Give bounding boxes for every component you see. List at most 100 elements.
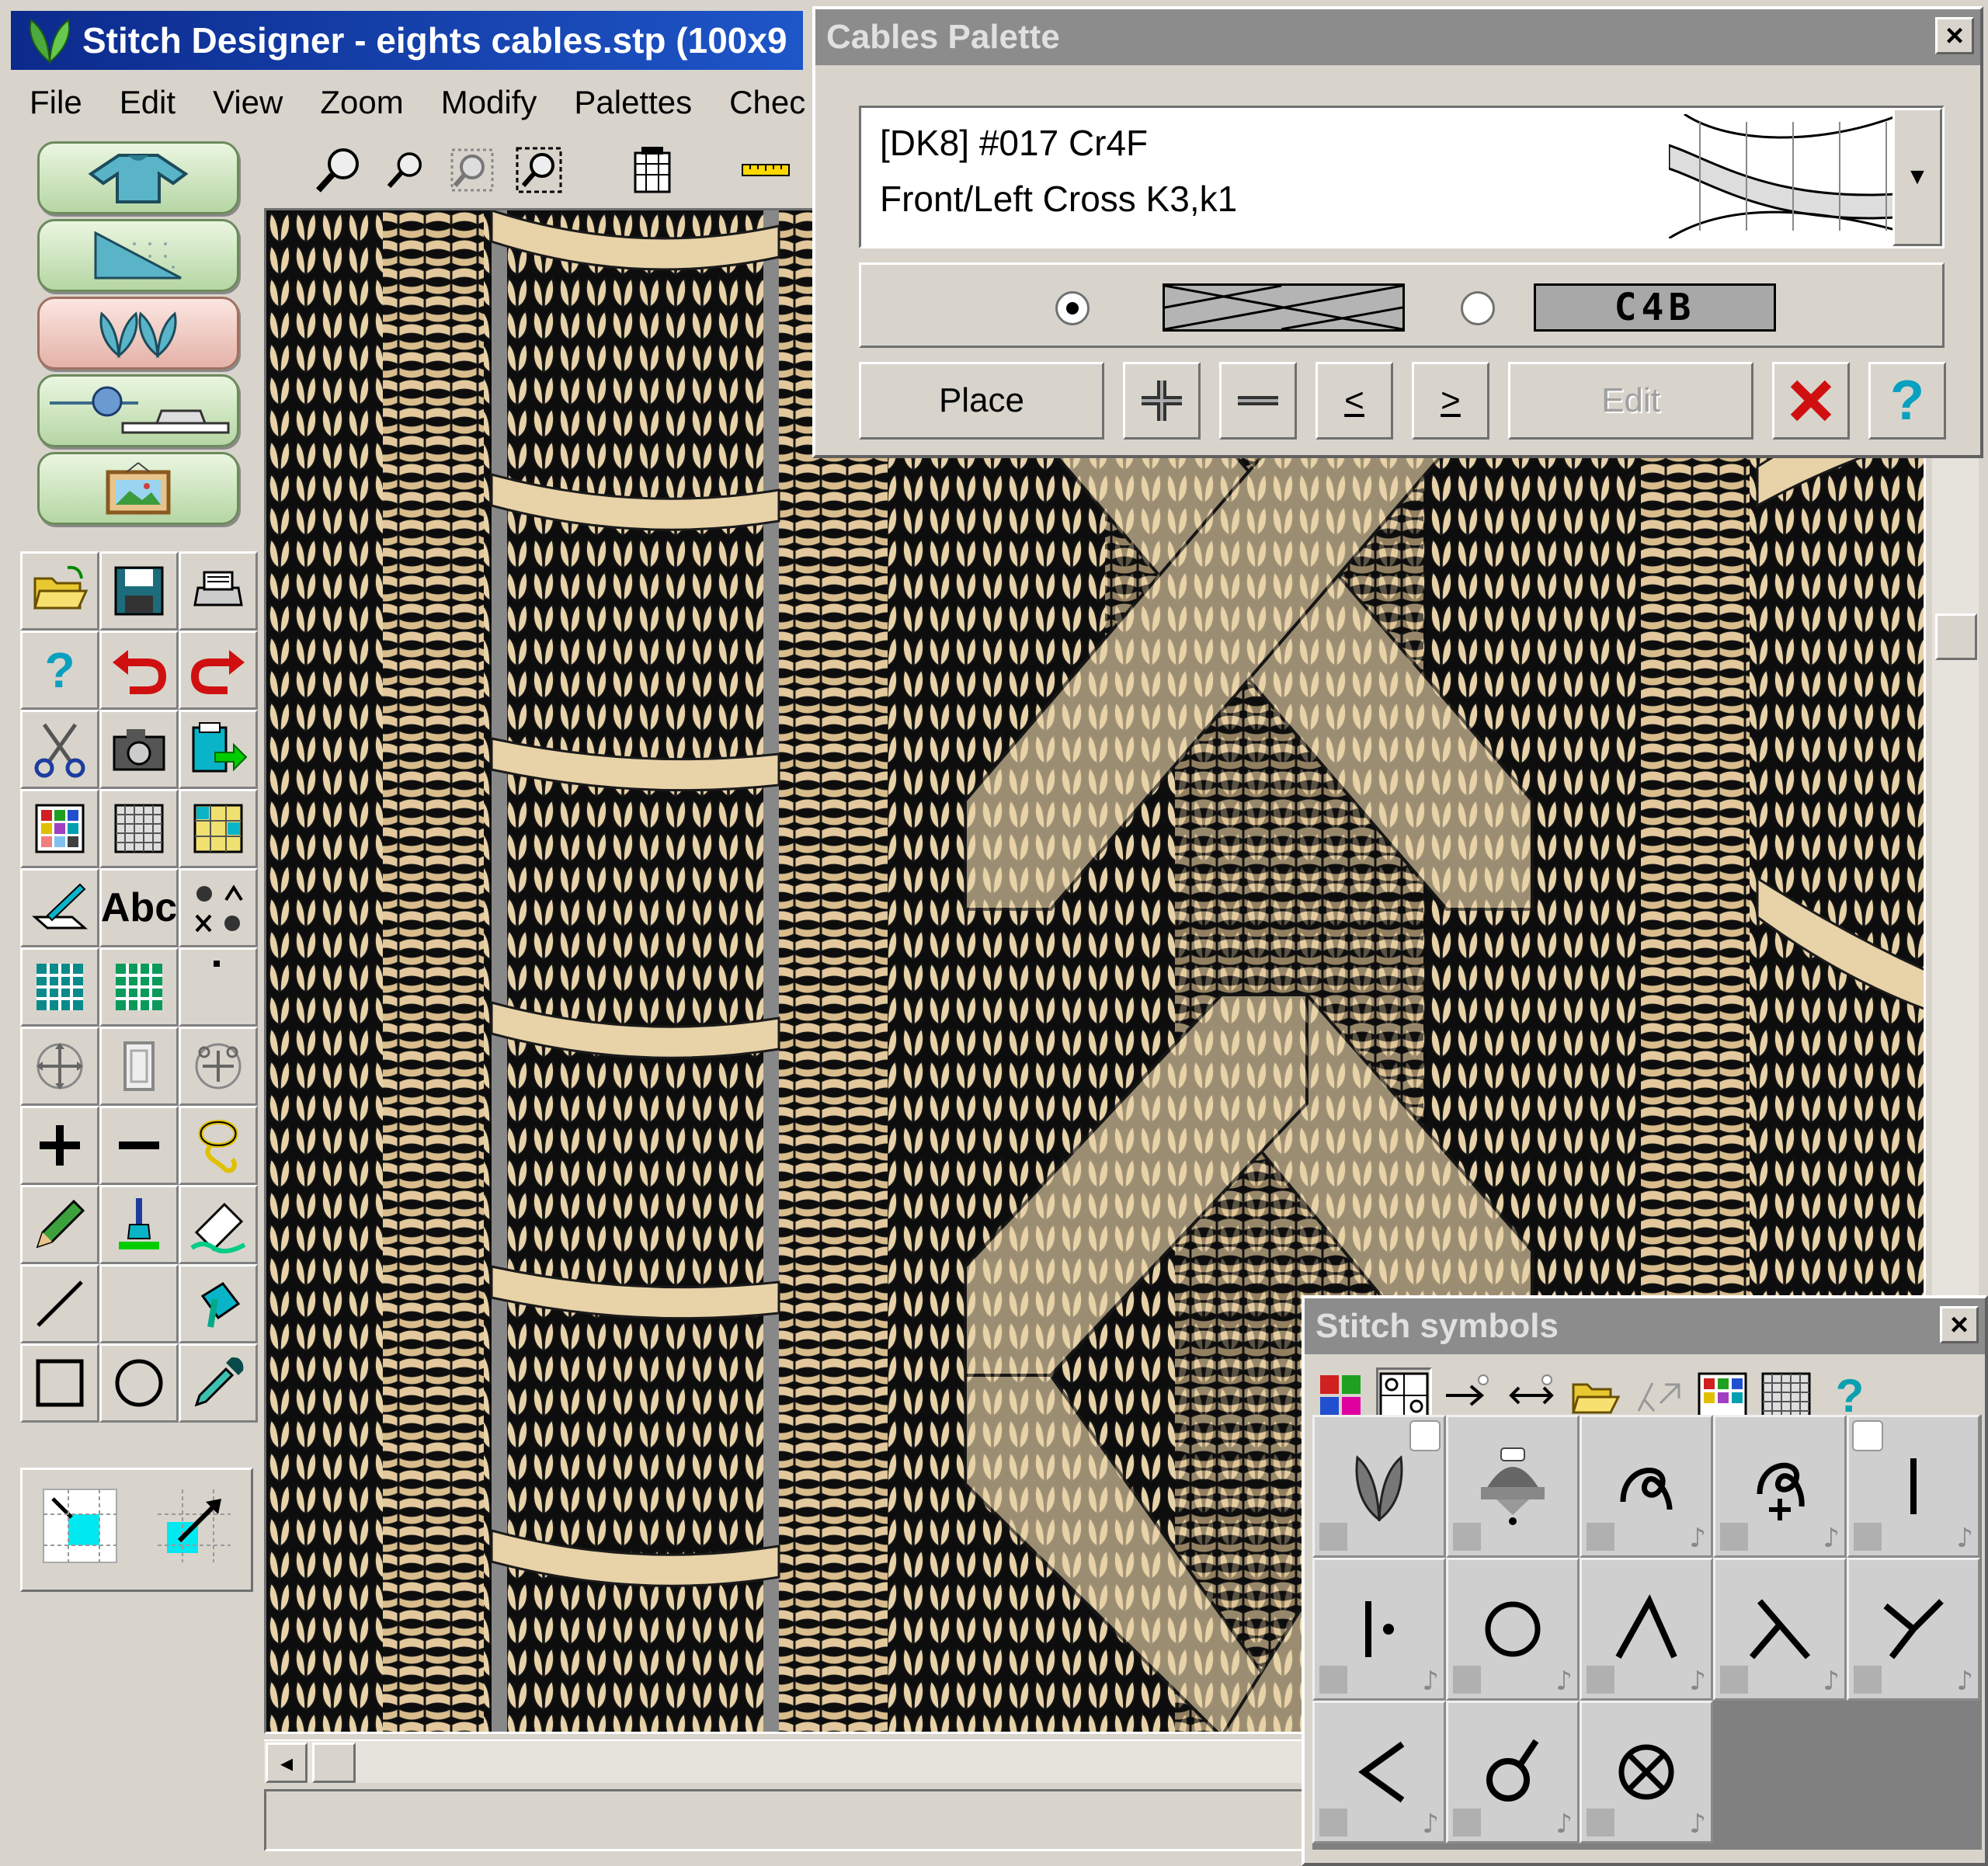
- move-tool-button[interactable]: [20, 1027, 99, 1106]
- previous-cable-button[interactable]: <: [1315, 362, 1393, 440]
- status-bar: [264, 1789, 1312, 1851]
- twisted-loop-symbol[interactable]: ♪: [1713, 1415, 1847, 1558]
- select-area-button[interactable]: [37, 1483, 123, 1576]
- vertical-scrollbar[interactable]: [1932, 458, 1979, 1312]
- scroll-left-arrow-icon[interactable]: ◂: [266, 1743, 308, 1783]
- open-file-button[interactable]: [20, 551, 99, 631]
- snapshot-button[interactable]: [99, 710, 179, 789]
- increase-symbol[interactable]: ♪: [1847, 1558, 1980, 1701]
- print-button[interactable]: [179, 551, 258, 631]
- color-palette-button[interactable]: [20, 789, 99, 868]
- paint-brush-button[interactable]: [99, 1185, 179, 1264]
- zoom-in-icon[interactable]: [311, 142, 367, 198]
- help-button[interactable]: ?: [20, 631, 99, 710]
- save-button[interactable]: [99, 551, 179, 631]
- text-edit-button[interactable]: [20, 868, 99, 947]
- menu-check[interactable]: Chec: [711, 84, 818, 121]
- place-button[interactable]: Place: [859, 362, 1104, 440]
- grid-toggle-icon[interactable]: [624, 142, 680, 198]
- symbol-radio[interactable]: [1055, 291, 1090, 325]
- lasso-button[interactable]: [179, 1106, 258, 1185]
- symbol-style-row: C4B: [859, 262, 1945, 348]
- garment-shape-button[interactable]: [37, 141, 239, 214]
- zoom-out-icon[interactable]: [377, 142, 433, 198]
- window-titlebar: Stitch Designer - eights cables.stp (100…: [11, 11, 803, 70]
- menu-palettes[interactable]: Palettes: [555, 84, 711, 121]
- shaping-chart-button[interactable]: [37, 219, 239, 292]
- machine-button[interactable]: [37, 374, 239, 447]
- ruler-icon[interactable]: [738, 142, 794, 198]
- horizontal-scrollbar[interactable]: ◂: [264, 1739, 1312, 1783]
- chart-grid-button[interactable]: [99, 789, 179, 868]
- cable-selector[interactable]: [DK8] #017 Cr4F Front/Left Cross K3,k1 ▼: [859, 106, 1945, 248]
- delete-cable-button[interactable]: [1772, 362, 1850, 440]
- menu-zoom[interactable]: Zoom: [301, 84, 422, 121]
- bobble-symbol[interactable]: [1446, 1415, 1580, 1558]
- symbol-chart-button[interactable]: [179, 789, 258, 868]
- cable-text-label: C4B: [1534, 283, 1776, 332]
- picture-button[interactable]: [37, 452, 239, 525]
- knit-dot-symbol[interactable]: ♪: [1312, 1558, 1446, 1701]
- right-decrease-icon: [1749, 1599, 1811, 1659]
- menu-modify[interactable]: Modify: [422, 84, 556, 121]
- redo-button[interactable]: [179, 631, 258, 710]
- stitch-symbol-grid: ♪ ♪ ♪ ♪ ♪ ♪ ♪ ♪ ♪ ♪ ♪: [1312, 1415, 1982, 1850]
- cut-button[interactable]: [20, 710, 99, 789]
- loop-stitch-icon: [1620, 1468, 1673, 1510]
- left-decrease-icon: [1615, 1594, 1677, 1659]
- menu-file[interactable]: File: [11, 84, 101, 121]
- knit-bar-symbol[interactable]: ♪: [1847, 1415, 1980, 1558]
- resize-selection-button[interactable]: [151, 1483, 237, 1576]
- rectangle-tool-button[interactable]: [20, 1343, 99, 1423]
- scrollbar-thumb[interactable]: [312, 1743, 356, 1783]
- repeat-grid2-button[interactable]: [99, 947, 179, 1027]
- page-tool-button[interactable]: [99, 1027, 179, 1106]
- dot-tool-button[interactable]: [179, 947, 258, 1027]
- vertical-scrollbar-thumb[interactable]: [1935, 613, 1977, 660]
- stitch-view-button[interactable]: [37, 297, 239, 370]
- menu-view[interactable]: View: [194, 84, 301, 121]
- cable-help-button[interactable]: ?: [1868, 362, 1946, 440]
- eraser-button[interactable]: [179, 1185, 258, 1264]
- edit-cable-button[interactable]: Edit: [1508, 362, 1753, 440]
- zoom-fit-icon[interactable]: [444, 142, 500, 198]
- k2tog-right-symbol[interactable]: ♪: [1713, 1558, 1847, 1701]
- line-tool-button[interactable]: [20, 1264, 99, 1343]
- add-row-button[interactable]: [20, 1106, 99, 1185]
- empty-symbol-slot: [1713, 1701, 1847, 1843]
- loop-symbol[interactable]: ♪: [1580, 1415, 1713, 1558]
- twisted-stitch-symbol[interactable]: ♪: [1446, 1701, 1580, 1843]
- symbol-chart-icon: [193, 804, 243, 853]
- knit-leaf-symbol[interactable]: [1312, 1415, 1446, 1558]
- symbol-tool-button[interactable]: [179, 868, 258, 947]
- fill-bucket-button[interactable]: [179, 1264, 258, 1343]
- text-label-radio[interactable]: [1461, 291, 1495, 325]
- blank-tool-button[interactable]: [99, 1264, 179, 1343]
- pencil-button[interactable]: [20, 1185, 99, 1264]
- close-icon[interactable]: ×: [1940, 1306, 1979, 1343]
- menu-bar: File Edit View Zoom Modify Palettes Chec: [11, 75, 818, 130]
- remove-cable-button[interactable]: [1219, 362, 1297, 440]
- ellipse-tool-button[interactable]: [99, 1343, 179, 1423]
- text-tool-button[interactable]: Abc: [99, 868, 179, 947]
- repeat-grid-button[interactable]: [20, 947, 99, 1027]
- abc-text-icon: Abc: [100, 885, 178, 930]
- close-icon[interactable]: ×: [1935, 17, 1974, 54]
- remove-row-button[interactable]: [99, 1106, 179, 1185]
- next-cable-button[interactable]: >: [1412, 362, 1489, 440]
- side-decrease-symbol[interactable]: ♪: [1312, 1701, 1446, 1843]
- scatter-plus-icon: [195, 1043, 242, 1089]
- add-cable-button[interactable]: [1123, 362, 1201, 440]
- k2tog-left-symbol[interactable]: ♪: [1580, 1558, 1713, 1701]
- undo-button[interactable]: [99, 631, 179, 710]
- stitch-symbols-window: Stitch symbols × ? ♪ ♪ ♪ ♪ ♪ ♪ ♪ ♪ ♪ ♪ ♪: [1302, 1295, 1988, 1866]
- eyedropper-button[interactable]: [179, 1343, 258, 1423]
- paste-button[interactable]: [179, 710, 258, 789]
- zoom-window-icon[interactable]: [511, 142, 567, 198]
- scatter-tool-button[interactable]: [179, 1027, 258, 1106]
- no-stitch-symbol[interactable]: ♪: [1580, 1701, 1713, 1843]
- cable-dropdown-chevron-icon[interactable]: ▼: [1892, 108, 1942, 246]
- menu-edit[interactable]: Edit: [101, 84, 194, 121]
- undo-arrow-icon: [113, 650, 167, 694]
- yarn-over-symbol[interactable]: ♪: [1446, 1558, 1580, 1701]
